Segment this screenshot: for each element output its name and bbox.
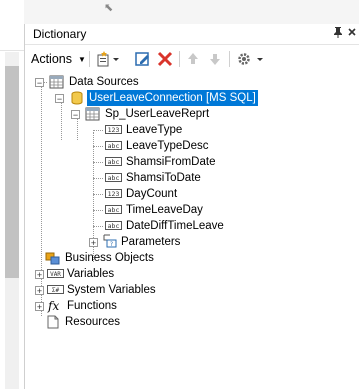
dictionary-header: Dictionary [25, 24, 359, 45]
delete-button[interactable] [157, 50, 173, 68]
parameters-icon: ? [103, 234, 117, 248]
tree-connector [93, 210, 103, 211]
system-variables-icon: Σ# [47, 285, 64, 294]
new-item-button[interactable] [95, 50, 121, 68]
pin-icon[interactable] [331, 26, 345, 40]
expand-icon[interactable]: + [89, 238, 98, 248]
close-icon[interactable] [345, 26, 359, 40]
collapse-icon[interactable]: − [35, 78, 44, 88]
function-icon: fx [48, 299, 60, 313]
svg-text:?: ? [110, 241, 113, 248]
move-up-icon [188, 53, 198, 64]
variables-label: Variables [67, 268, 115, 280]
text-field-icon: abc [105, 157, 122, 166]
field-label: LeaveTypeDesc [126, 140, 209, 152]
number-field-icon: 123 [105, 189, 122, 198]
system-variables-label: System Variables [67, 284, 156, 296]
number-field-icon: 123 [105, 125, 122, 134]
delete-icon [157, 51, 173, 67]
text-field-icon: abc [105, 221, 122, 230]
field-label: LeaveType [126, 124, 183, 136]
new-item-icon [97, 51, 119, 67]
tree-connector [41, 84, 42, 316]
resize-corner-icon[interactable]: ⬉ [104, 2, 116, 14]
variables-icon: VAR [47, 269, 64, 278]
actions-dropdown[interactable]: Actions ▼ [31, 50, 86, 68]
left-panel-header [0, 0, 24, 51]
dictionary-title: Dictionary [33, 27, 87, 41]
table-icon [85, 107, 100, 121]
expand-icon[interactable]: + [35, 302, 44, 312]
text-field-icon: abc [105, 173, 122, 182]
toolbar-separator [229, 51, 230, 67]
collapse-icon[interactable]: − [55, 94, 64, 104]
tree-connector [93, 178, 103, 179]
field-label: DayCount [126, 188, 178, 200]
left-panel [0, 0, 24, 389]
text-field-icon: abc [105, 205, 122, 214]
collapse-icon[interactable]: − [71, 110, 80, 120]
text-field-icon: abc [105, 141, 122, 150]
connection-label: UserLeaveConnection [MS SQL] [87, 90, 258, 106]
tree-connector [93, 162, 103, 163]
field-label: TimeLeaveDay [126, 204, 203, 216]
data-sources-icon [49, 75, 64, 89]
datasource-label: Sp_UserLeaveReprt [105, 108, 210, 120]
field-label: ShamsiFromDate [126, 156, 216, 168]
dictionary-toolbar: Actions ▼ [25, 46, 359, 72]
tree-connector [93, 194, 103, 195]
database-icon [71, 91, 83, 105]
functions-label: Functions [67, 300, 117, 312]
tree-connector [93, 130, 103, 131]
field-label: ShamsiToDate [126, 172, 201, 184]
top-strip: ⬉ [24, 0, 359, 25]
expand-icon[interactable]: + [35, 270, 44, 280]
chevron-down-icon: ▼ [78, 54, 86, 64]
parameters-label: Parameters [121, 236, 181, 248]
toolbar-separator [89, 51, 90, 67]
resources-icon [47, 315, 59, 329]
business-objects-icon [45, 252, 60, 265]
business-objects-label: Business Objects [65, 252, 154, 264]
settings-icon [238, 53, 263, 65]
resources-label: Resources [65, 316, 120, 328]
left-scrollbar-thumb[interactable] [5, 66, 19, 278]
edit-button[interactable] [135, 50, 151, 68]
expand-icon[interactable]: + [35, 286, 44, 296]
edit-icon [135, 52, 149, 66]
actions-label: Actions [31, 52, 72, 66]
tree-connector [61, 100, 62, 140]
toolbar-separator [179, 51, 180, 67]
field-label: DateDiffTimeLeave [126, 220, 224, 232]
data-sources-label: Data Sources [69, 76, 139, 88]
dictionary-panel: Dictionary Actions ▼ − Data Sources − Us… [24, 24, 359, 389]
tree-connector [93, 146, 103, 147]
settings-dropdown[interactable] [235, 50, 267, 68]
move-down-icon [210, 54, 220, 65]
tree-connector [93, 226, 103, 227]
move-down-button[interactable] [207, 50, 223, 68]
move-up-button[interactable] [185, 50, 201, 68]
